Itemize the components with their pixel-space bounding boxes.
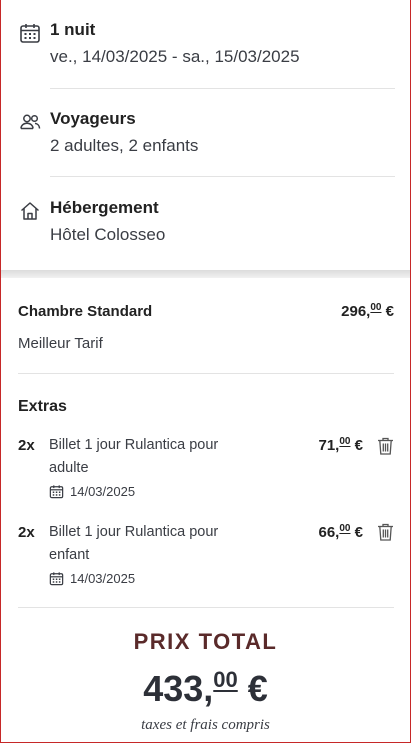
calendar-icon [49, 572, 64, 586]
accommodation-value: Hôtel Colosseo [50, 225, 166, 244]
stay-summary-card: 1 nuit ve., 14/03/2025 - sa., 15/03/2025… [1, 0, 410, 270]
divider [50, 176, 395, 177]
extra-date: 14/03/2025 [49, 484, 135, 499]
total-price-currency: € [247, 668, 268, 709]
section-shadow-band [1, 270, 410, 278]
room-price-cents: 00 [370, 302, 382, 313]
home-icon [21, 202, 39, 220]
nights-label: 1 nuit [50, 20, 96, 39]
divider [50, 88, 395, 89]
calendar-icon [20, 24, 40, 43]
total-price-int: 433, [143, 668, 214, 709]
calendar-icon [49, 485, 64, 499]
extra-name: Billet 1 jour Rulantica pour adulte [49, 437, 219, 476]
travelers-value: 2 adultes, 2 enfants [50, 136, 199, 155]
extra-price-int: 71, [318, 437, 340, 454]
extra-date-text: 14/03/2025 [70, 484, 136, 499]
room-rate: Meilleur Tarif [18, 335, 103, 352]
room-price: 296,00 € [341, 302, 394, 320]
trash-icon[interactable] [377, 523, 394, 541]
total-price: 433,00 € [0, 667, 411, 710]
divider [18, 607, 394, 608]
accommodation-title: Hébergement [50, 198, 159, 217]
extras-title: Extras [18, 398, 67, 415]
extra-price: 71,00 € [318, 436, 364, 454]
stay-dates: ve., 14/03/2025 - sa., 15/03/2025 [50, 47, 300, 66]
travelers-title: Voyageurs [50, 109, 136, 128]
extra-price-currency: € [354, 524, 363, 541]
total-price-cents: 00 [213, 667, 238, 692]
users-icon [20, 114, 41, 130]
extra-qty: 2x [18, 524, 35, 541]
extra-date-text: 14/03/2025 [70, 571, 136, 586]
extra-name: Billet 1 jour Rulantica pour enfant [49, 524, 219, 563]
extra-price-cents: 00 [339, 436, 351, 447]
room-price-currency: € [385, 303, 394, 320]
total-label: PRIX TOTAL [133, 629, 278, 654]
extra-price-int: 66, [318, 524, 340, 541]
room-name: Chambre Standard [18, 303, 153, 320]
extra-date: 14/03/2025 [49, 571, 135, 586]
divider [18, 373, 394, 374]
tax-note: taxes et frais compris [141, 717, 270, 733]
extra-price-cents: 00 [339, 523, 351, 534]
room-price-int: 296, [341, 303, 371, 320]
extra-qty: 2x [18, 437, 35, 454]
trash-icon[interactable] [377, 437, 394, 455]
extra-price: 66,00 € [318, 523, 364, 541]
extra-price-currency: € [354, 437, 363, 454]
